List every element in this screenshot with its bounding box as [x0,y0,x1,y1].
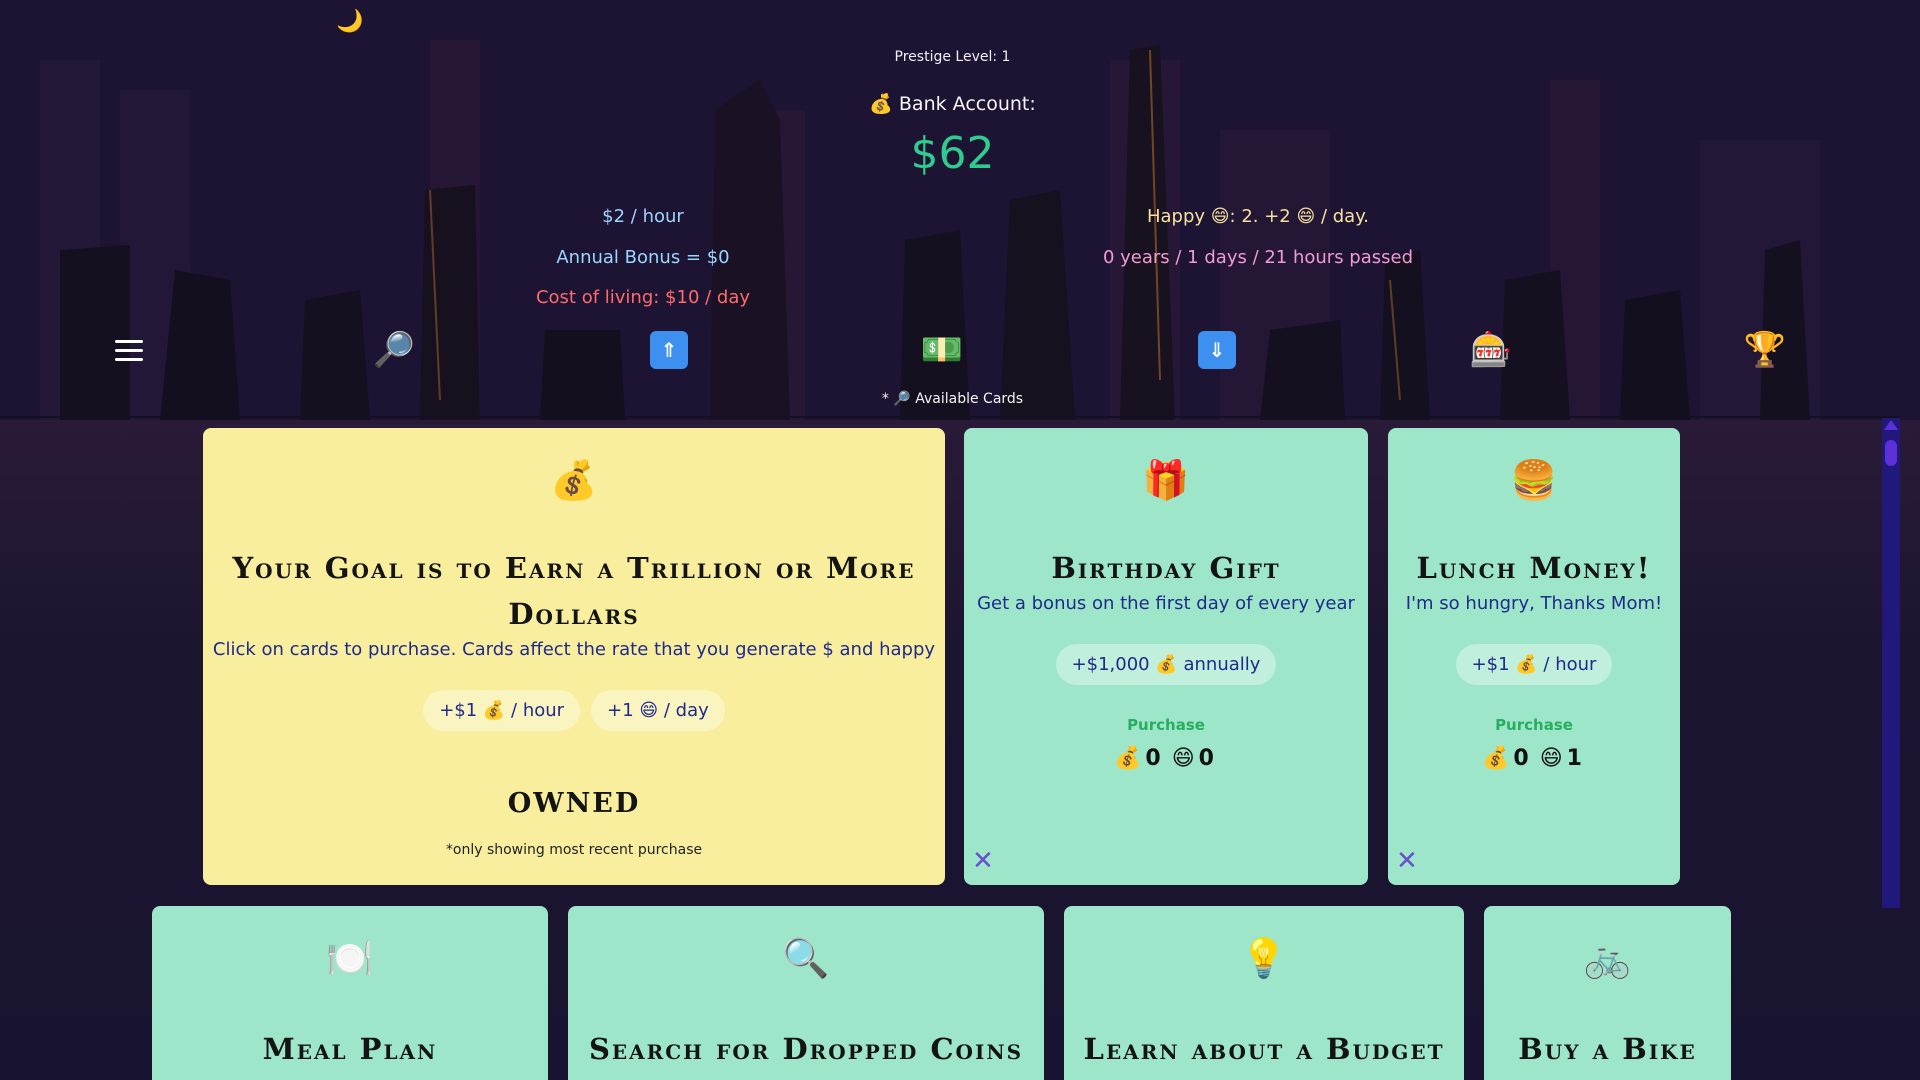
goal-card-description: Click on cards to purchase. Cards affect… [212,639,936,660]
bank-account-value: $62 [910,128,995,179]
lunch-cost-money: 0 [1513,746,1529,771]
scroll-up-arrow-icon[interactable] [1884,420,1898,430]
happy-face-icon: 😄 [1539,746,1563,771]
birthday-card-description: Get a bonus on the first day of every ye… [977,593,1355,614]
lunch-cost: 💰 0 😄 1 [1388,746,1680,771]
meal-plan-card[interactable]: 🍽️ Meal Plan [152,906,548,1080]
birthday-cost: 💰 0 😄 0 [964,746,1368,771]
magnifier-icon: 🔍 [782,936,830,980]
buy-bike-card[interactable]: 🚲 Buy a Bike [1484,906,1731,1080]
slot-machine-icon[interactable]: 🎰 [1467,326,1515,374]
birthday-cost-money: 0 [1145,746,1161,771]
prestige-level: Prestige Level: 1 [894,49,1011,65]
birthday-card-effects: +$1,000 💰 annually [964,644,1368,685]
upgrade-up-icon: ⇑ [650,331,688,369]
bike-icon: 🚲 [1583,936,1632,980]
upgrade-down-button[interactable]: ⇓ [1193,326,1241,374]
available-cards-label: * 🔎 Available Cards [881,391,1024,407]
annual-bonus: Annual Bonus = $0 [556,247,730,268]
happy-face-icon: 😄 [1171,746,1195,771]
goal-card[interactable]: 💰 Your Goal is to Earn a Trillion or Mor… [203,428,945,885]
close-icon[interactable]: ✕ [1396,846,1418,876]
lunch-card-description: I'm so hungry, Thanks Mom! [1405,593,1663,614]
scrollbar-thumb[interactable] [1885,440,1897,466]
trophy-icon[interactable]: 🏆 [1741,326,1789,374]
goal-rate-pill: +$1 💰 / hour [423,690,581,731]
birthday-cost-happy: 0 [1198,746,1214,771]
gift-icon: 🎁 [1142,458,1190,502]
money-icon[interactable]: 💵 [918,326,966,374]
lunch-cost-happy: 1 [1566,746,1582,771]
divider [0,416,1900,418]
birthday-bonus-pill: +$1,000 💰 annually [1055,644,1277,685]
goal-happy-pill: +1 😄 / day [591,690,725,731]
birthday-gift-card[interactable]: 🎁 Birthday Gift Get a bonus on the first… [964,428,1368,885]
goal-card-title-line2: Dollars [508,597,640,631]
cost-of-living: Cost of living: $10 / day [535,287,751,308]
learn-budget-title: Learn about a Budget [1083,1032,1445,1066]
upgrade-up-button[interactable]: ⇑ [645,326,693,374]
scrollbar-track[interactable] [1882,418,1900,908]
happiness-status: Happy 😄: 2. +2 😄 / day. [1146,206,1370,227]
game-stage: 🌙 Prestige Level: 1 💰 Bank Account: $62 … [0,0,1920,1080]
plate-icon: 🍽️ [326,936,374,980]
money-bag-icon: 💰 [550,458,598,502]
money-bag-icon: 💰 [1482,746,1510,771]
search-coins-title: Search for Dropped Coins [588,1032,1024,1066]
meal-plan-title: Meal Plan [262,1032,438,1066]
learn-budget-card[interactable]: 💡 Learn about a Budget [1064,906,1464,1080]
lightbulb-icon: 💡 [1240,936,1288,980]
time-passed: 0 years / 1 days / 21 hours passed [1102,247,1414,268]
lunch-card-effects: +$1 💰 / hour [1388,644,1680,685]
owned-status: OWNED [507,788,641,819]
bank-account-label: 💰 Bank Account: [869,93,1036,115]
birthday-card-title: Birthday Gift [1051,551,1281,585]
search-coins-card[interactable]: 🔍 Search for Dropped Coins [568,906,1044,1080]
toolbar: 🔎 ⇑ 💵 ⇓ 🎰 🏆 [0,326,1900,376]
buy-bike-title: Buy a Bike [1518,1032,1697,1066]
close-icon[interactable]: ✕ [972,846,994,876]
lunch-card-title: Lunch Money! [1416,551,1652,585]
purchase-note: *only showing most recent purchase [445,842,703,858]
upgrade-down-icon: ⇓ [1198,331,1236,369]
burger-icon: 🍔 [1510,458,1558,502]
goal-card-title-line1: Your Goal is to Earn a Trillion or More [232,551,916,585]
birthday-purchase-label[interactable]: Purchase [964,716,1368,734]
lunch-money-card[interactable]: 🍔 Lunch Money! I'm so hungry, Thanks Mom… [1388,428,1680,885]
menu-icon[interactable] [105,326,153,374]
money-bag-icon: 💰 [1114,746,1142,771]
lunch-rate-pill: +$1 💰 / hour [1455,644,1613,685]
lunch-purchase-label[interactable]: Purchase [1388,716,1680,734]
search-icon[interactable]: 🔎 [370,326,418,374]
goal-card-effects: +$1 💰 / hour +1 😄 / day [203,690,945,731]
income-rate: $2 / hour [602,206,684,227]
